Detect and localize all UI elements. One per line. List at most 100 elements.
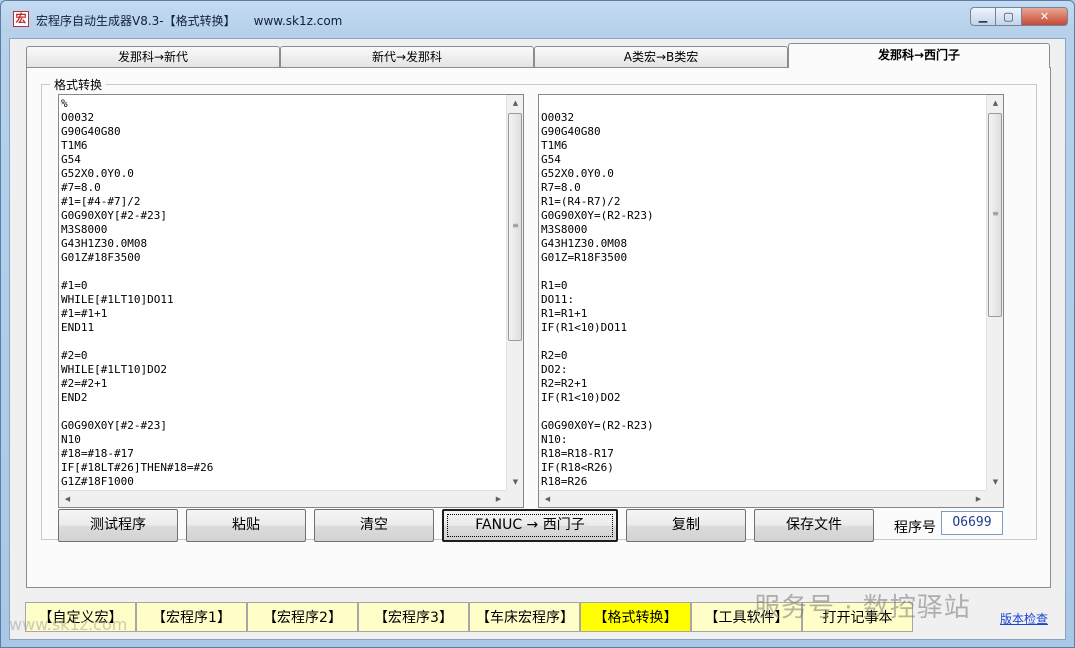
scroll-right-arrow-icon[interactable]: ▶ <box>490 491 507 508</box>
source-code-line <box>61 335 507 349</box>
source-code-editor[interactable]: % O0032 G90G40G80 T1M6 G54 G52X0.0Y0.0 #7=8.0 #… <box>58 94 524 508</box>
maximize-button[interactable]: ▢ <box>996 7 1022 26</box>
source-vertical-scrollbar[interactable]: ▲ ≡ ▼ <box>506 95 523 491</box>
window-controls: ▁ ▢ ✕ <box>970 7 1068 27</box>
conversion-tabs: 发那科→新代 新代→发那科 A类宏→B类宏 发那科→西门子 <box>26 43 1050 68</box>
tab-syntec-to-fanuc[interactable]: 新代→发那科 <box>280 46 534 68</box>
clear-button[interactable]: 清空 <box>314 509 434 542</box>
converted-code-line: G52X0.0Y0.0 <box>541 167 614 180</box>
source-code-line <box>61 405 507 419</box>
scroll-down-arrow-icon[interactable]: ▼ <box>987 474 1004 491</box>
source-code-line: #1=0 <box>61 279 88 292</box>
source-code-area[interactable]: % O0032 G90G40G80 T1M6 G54 G52X0.0Y0.0 #7=8.0 #… <box>59 95 507 491</box>
program-number-input[interactable]: O6699 <box>941 511 1003 535</box>
source-code-line: G52X0.0Y0.0 <box>61 167 134 180</box>
scroll-thumb[interactable]: ≡ <box>508 113 522 341</box>
source-code-line: T1M6 <box>61 139 88 152</box>
converted-code-line: T1M6 <box>541 139 568 152</box>
window-title: 宏程序自动生成器V8.3-【格式转换】 www.sk1z.com <box>36 12 342 29</box>
source-code-line <box>61 265 507 279</box>
tab-fanuc-to-syntec[interactable]: 发那科→新代 <box>26 46 280 68</box>
converted-code-editor[interactable]: O0032 G90G40G80 T1M6 G54 G52X0.0Y0.0 R7=8.0 R1… <box>538 94 1004 508</box>
module-tab-macro-1[interactable]: 【宏程序1】 <box>136 602 247 632</box>
program-number-label: 程序号 <box>894 520 936 536</box>
converted-code-line: IF(R1<10)DO11 <box>541 321 628 334</box>
converted-code-line: G0G90X0Y=(R2-R23) <box>541 419 654 432</box>
source-code-line: WHILE[#1LT10]DO11 <box>61 293 174 306</box>
source-code-line: WHILE[#1LT10]DO2 <box>61 363 167 376</box>
module-tab-macro-3[interactable]: 【宏程序3】 <box>358 602 469 632</box>
source-code-line: IF[#18LT#26]THEN#18=#26 <box>61 461 214 474</box>
module-tab-format-convert[interactable]: 【格式转换】 <box>580 602 691 632</box>
converted-code-line <box>541 265 987 279</box>
source-code-line: END2 <box>61 391 88 404</box>
converted-horizontal-scrollbar[interactable]: ◀ ▶ <box>539 490 987 507</box>
source-code-line: G54 <box>61 153 81 166</box>
source-code-line: #2=0 <box>61 349 88 362</box>
source-code-line: G43H1Z30.0M08 <box>61 237 148 250</box>
converted-code-line: G90G40G80 <box>541 125 601 138</box>
minimize-button[interactable]: ▁ <box>970 7 996 26</box>
focus-ring <box>447 514 613 537</box>
client-area: 发那科→新代 新代→发那科 A类宏→B类宏 发那科→西门子 格式转换 % O003… <box>9 38 1066 640</box>
converted-code-line: R18=R26 <box>541 475 588 488</box>
source-code-line: N10 <box>61 433 81 446</box>
test-program-button[interactable]: 测试程序 <box>58 509 178 542</box>
source-code-line: G1Z#18F1000 <box>61 475 134 488</box>
scroll-right-arrow-icon[interactable]: ▶ <box>970 491 987 508</box>
grip-icon: ≡ <box>992 209 999 218</box>
scroll-up-arrow-icon[interactable]: ▲ <box>987 95 1004 112</box>
source-code-line: G90G40G80 <box>61 125 121 138</box>
source-horizontal-scrollbar[interactable]: ◀ ▶ <box>59 490 507 507</box>
converted-code-line: IF(R1<10)DO2 <box>541 391 621 404</box>
scroll-thumb[interactable]: ≡ <box>988 113 1002 317</box>
converted-code-line: R1=0 <box>541 279 568 292</box>
module-tab-lathe-macro[interactable]: 【车床宏程序】 <box>469 602 580 632</box>
scroll-corner <box>506 490 523 507</box>
converted-vertical-scrollbar[interactable]: ▲ ≡ ▼ <box>986 95 1003 491</box>
converted-code-line: R2=R2+1 <box>541 377 588 390</box>
converted-code-line: DO11: <box>541 293 575 306</box>
scroll-left-arrow-icon[interactable]: ◀ <box>539 491 556 508</box>
window-title-text: 宏程序自动生成器V8.3-【格式转换】 <box>36 14 236 28</box>
scroll-corner <box>986 490 1003 507</box>
title-bar[interactable]: 宏 宏程序自动生成器V8.3-【格式转换】 www.sk1z.com ▁ ▢ ✕ <box>1 1 1074 37</box>
tab-macro-a-to-b[interactable]: A类宏→B类宏 <box>534 46 788 68</box>
converted-code-line <box>541 335 987 349</box>
scroll-down-arrow-icon[interactable]: ▼ <box>507 474 524 491</box>
source-code-line: % <box>61 97 68 110</box>
source-code-line: #2=#2+1 <box>61 377 108 390</box>
version-check-link[interactable]: 版本检查 <box>1000 610 1048 627</box>
convert-fanuc-to-siemens-button[interactable]: FANUC → 西门子 <box>442 509 618 542</box>
paste-button[interactable]: 粘贴 <box>186 509 306 542</box>
source-code-line: G01Z#18F3500 <box>61 251 141 264</box>
converted-code-line: M3S8000 <box>541 223 588 236</box>
source-code-line: END11 <box>61 321 95 334</box>
converted-code-line: R1=(R4-R7)/2 <box>541 195 621 208</box>
scroll-up-arrow-icon[interactable]: ▲ <box>507 95 524 112</box>
source-code-line: O0032 <box>61 111 95 124</box>
module-tab-macro-2[interactable]: 【宏程序2】 <box>247 602 358 632</box>
close-button[interactable]: ✕ <box>1022 7 1068 26</box>
source-code-line: G0G90X0Y[#2-#23] <box>61 419 167 432</box>
tab-panel: 格式转换 % O0032 G90G40G80 T1M6 G54 G52X0.0Y0.0 #7… <box>26 67 1051 588</box>
source-code-line: #18=#18-#17 <box>61 447 134 460</box>
tab-fanuc-to-siemens[interactable]: 发那科→西门子 <box>788 43 1050 68</box>
converted-code-area[interactable]: O0032 G90G40G80 T1M6 G54 G52X0.0Y0.0 R7=8.0 R1… <box>539 95 987 491</box>
converted-code-line: G43H1Z30.0M08 <box>541 237 628 250</box>
window-title-website: www.sk1z.com <box>253 14 343 28</box>
converted-code-line: G54 <box>541 153 561 166</box>
converted-code-line <box>541 97 987 111</box>
converted-code-line: O0032 <box>541 111 575 124</box>
source-code-line: G0G90X0Y[#2-#23] <box>61 209 167 222</box>
converted-code-line: DO2: <box>541 363 568 376</box>
converted-code-line <box>541 405 987 419</box>
save-file-button[interactable]: 保存文件 <box>754 509 874 542</box>
app-icon: 宏 <box>13 11 29 27</box>
group-label: 格式转换 <box>50 76 107 93</box>
scroll-left-arrow-icon[interactable]: ◀ <box>59 491 76 508</box>
copy-button[interactable]: 复制 <box>626 509 746 542</box>
source-code-line: #1=[#4-#7]/2 <box>61 195 141 208</box>
app-window: 宏 宏程序自动生成器V8.3-【格式转换】 www.sk1z.com ▁ ▢ ✕ … <box>0 0 1075 648</box>
format-convert-group: 格式转换 % O0032 G90G40G80 T1M6 G54 G52X0.0Y0.0 #7… <box>41 76 1037 540</box>
